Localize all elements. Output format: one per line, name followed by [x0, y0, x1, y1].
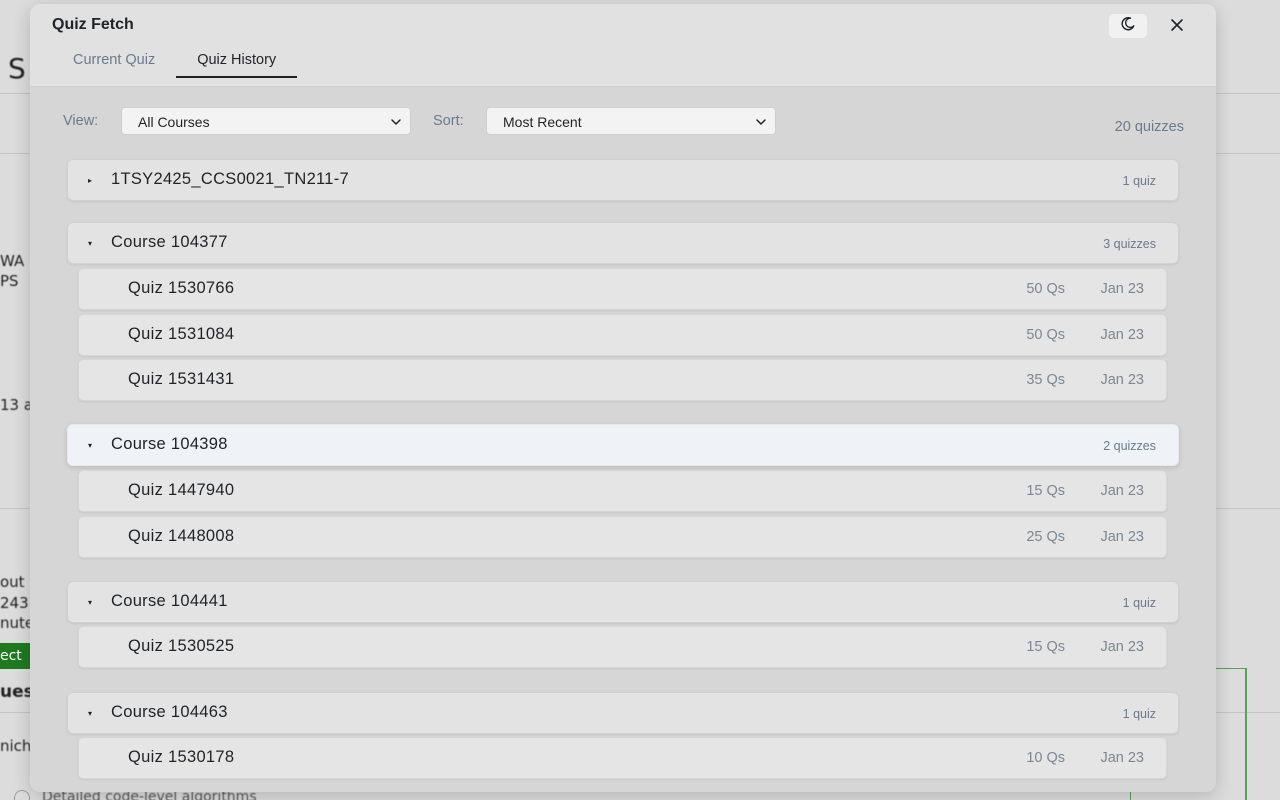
tab-quiz-history[interactable]: Quiz History [176, 44, 298, 78]
course-quiz-count: 1 quiz [1122, 707, 1156, 721]
course-group-header[interactable]: ▾ Course 104377 3 quizzes [67, 222, 1179, 264]
quiz-row[interactable]: Quiz 1531431 35 Qs Jan 23 [78, 359, 1167, 401]
quiz-row[interactable]: Quiz 1448008 25 Qs Jan 23 [78, 516, 1167, 558]
theme-toggle-button[interactable] [1109, 14, 1147, 38]
quiz-question-count: 35 Qs [1026, 372, 1065, 388]
bg-text-fragment: 13 a [0, 396, 34, 414]
modal-header: Quiz Fetch Current Quiz Quiz History [30, 4, 1216, 87]
quiz-question-count: 15 Qs [1026, 483, 1065, 499]
quiz-row[interactable]: Quiz 1447940 15 Qs Jan 23 [78, 470, 1167, 512]
view-select-value: All Courses [138, 114, 210, 130]
quiz-date: Jan 23 [1100, 750, 1144, 766]
quiz-name: Quiz 1448008 [128, 527, 235, 545]
moon-icon [1120, 16, 1136, 36]
bg-text-fragment: PS [0, 272, 19, 290]
course-name: Course 104377 [111, 233, 228, 251]
course-group-header[interactable]: ▾ Course 104441 1 quiz [67, 581, 1179, 623]
bg-text-fragment: out [0, 573, 25, 591]
quiz-fetch-modal: Quiz Fetch Current Quiz Quiz History Vie… [30, 4, 1216, 792]
course-quiz-count: 3 quizzes [1103, 237, 1156, 251]
quiz-question-count: 25 Qs [1026, 529, 1065, 545]
quiz-date: Jan 23 [1100, 372, 1144, 388]
total-quiz-count: 20 quizzes [1114, 119, 1184, 135]
quiz-name: Quiz 1531084 [128, 325, 235, 343]
view-label: View: [63, 113, 99, 129]
quiz-name: Quiz 1530178 [128, 748, 235, 766]
triangle-down-icon: ▾ [88, 709, 93, 718]
course-name: Course 104463 [111, 703, 228, 721]
view-select[interactable]: All Courses [121, 107, 411, 135]
tab-current-quiz[interactable]: Current Quiz [52, 44, 176, 78]
course-group-header[interactable]: ▾ Course 104398 2 quizzes [67, 424, 1179, 466]
bg-heading-fragment: S [8, 52, 26, 85]
quiz-date: Jan 23 [1100, 483, 1144, 499]
quiz-name: Quiz 1447940 [128, 481, 235, 499]
quiz-question-count: 15 Qs [1026, 639, 1065, 655]
course-quiz-count: 2 quizzes [1103, 439, 1156, 453]
chevron-down-icon [755, 115, 767, 131]
bg-text-fragment: nute [0, 614, 35, 632]
quiz-question-count: 50 Qs [1026, 327, 1065, 343]
quiz-name: Quiz 1531431 [128, 370, 235, 388]
course-name: Course 104398 [111, 435, 228, 453]
quiz-date: Jan 23 [1100, 529, 1144, 545]
quiz-question-count: 50 Qs [1026, 281, 1065, 297]
sort-select-value: Most Recent [503, 114, 582, 130]
history-toolbar: View: All Courses Sort: Most Recent 20 q… [62, 107, 1184, 139]
quiz-question-count: 10 Qs [1026, 750, 1065, 766]
sort-label: Sort: [433, 113, 464, 129]
triangle-down-icon: ▾ [88, 441, 93, 450]
bg-text-fragment: WA [0, 252, 25, 270]
app-title: Quiz Fetch [52, 16, 134, 33]
quiz-date: Jan 23 [1100, 639, 1144, 655]
chevron-down-icon [390, 115, 402, 131]
triangle-right-icon: ▸ [88, 176, 93, 185]
quiz-name: Quiz 1530525 [128, 637, 235, 655]
quiz-date: Jan 23 [1100, 327, 1144, 343]
quiz-name: Quiz 1530766 [128, 279, 235, 297]
close-button[interactable] [1165, 14, 1189, 38]
quiz-row[interactable]: Quiz 1530525 15 Qs Jan 23 [78, 626, 1167, 668]
bg-text-fragment: 243 [0, 594, 29, 612]
bg-radio-button[interactable] [14, 790, 30, 800]
bg-text-fragment: nich [0, 737, 32, 755]
triangle-down-icon: ▾ [88, 239, 93, 248]
course-quiz-count: 1 quiz [1122, 596, 1156, 610]
course-name: 1TSY2425_CCS0021_TN211-7 [111, 170, 350, 188]
course-group-header[interactable]: ▸ 1TSY2425_CCS0021_TN211-7 1 quiz [67, 159, 1179, 201]
bg-text-fragment: ues [0, 682, 34, 702]
course-group-header[interactable]: ▾ Course 104463 1 quiz [67, 692, 1179, 734]
sort-select[interactable]: Most Recent [486, 107, 776, 135]
quiz-row[interactable]: Quiz 1530178 10 Qs Jan 23 [78, 737, 1167, 779]
quiz-row[interactable]: Quiz 1530766 50 Qs Jan 23 [78, 268, 1167, 310]
tab-bar: Current Quiz Quiz History [52, 44, 298, 78]
course-quiz-count: 1 quiz [1122, 174, 1156, 188]
triangle-down-icon: ▾ [88, 598, 93, 607]
quiz-date: Jan 23 [1100, 281, 1144, 297]
quiz-row[interactable]: Quiz 1531084 50 Qs Jan 23 [78, 314, 1167, 356]
close-icon [1170, 17, 1184, 36]
course-name: Course 104441 [111, 592, 228, 610]
